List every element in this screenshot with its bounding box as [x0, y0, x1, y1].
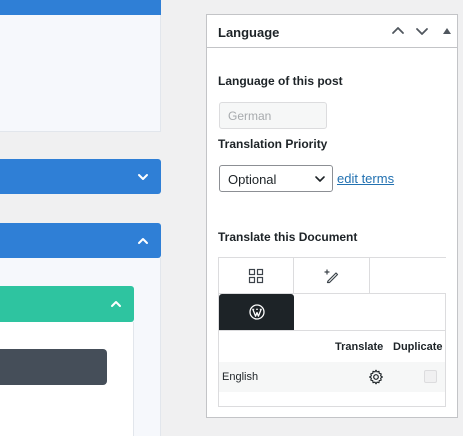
chevron-up-icon: [111, 301, 121, 307]
table-header-translate: Translate: [335, 341, 384, 353]
pen-sparkle-icon: [323, 268, 338, 283]
collapse-toggle-icon[interactable]: [439, 23, 455, 39]
edit-terms-link[interactable]: edit terms: [337, 171, 394, 186]
language-label: Language of this post: [218, 74, 343, 88]
editor-column: [0, 0, 188, 436]
wordpress-icon: [248, 304, 265, 320]
priority-selected-value: Optional: [228, 172, 277, 187]
blue-section-bar[interactable]: [0, 0, 161, 15]
green-subsection-header[interactable]: [0, 286, 134, 322]
table-header-duplicate: Duplicate: [393, 341, 443, 353]
tab-empty: [370, 258, 446, 294]
move-up-icon[interactable]: [390, 23, 406, 39]
metabox-title: Language: [218, 25, 280, 40]
tab-pen[interactable]: [294, 258, 370, 294]
expanded-section-header[interactable]: [0, 223, 161, 258]
section-panel: [0, 15, 161, 132]
language-metabox: Language Language of this post German Tr…: [206, 14, 458, 418]
duplicate-checkbox[interactable]: [424, 370, 437, 383]
language-field: German: [219, 102, 327, 129]
gear-icon[interactable]: [368, 369, 384, 385]
tab-grid[interactable]: [219, 258, 294, 294]
move-down-icon[interactable]: [414, 23, 430, 39]
collapsed-section-header[interactable]: [0, 159, 161, 194]
translate-tabs: Translate Duplicate English: [218, 257, 446, 407]
translation-table: Translate Duplicate English: [219, 330, 445, 406]
priority-label: Translation Priority: [218, 137, 328, 151]
dark-action-button[interactable]: [0, 349, 107, 385]
chevron-up-icon: [138, 238, 148, 244]
row-language: English: [222, 371, 259, 383]
grid-icon: [248, 268, 264, 283]
chevron-down-icon: [138, 174, 148, 180]
tab-wordpress[interactable]: [219, 294, 294, 330]
metabox-header: Language: [207, 15, 457, 48]
translate-label: Translate this Document: [218, 230, 358, 244]
chevron-down-icon: [315, 176, 325, 182]
priority-select[interactable]: Optional: [219, 165, 333, 192]
table-row: English: [219, 362, 445, 392]
